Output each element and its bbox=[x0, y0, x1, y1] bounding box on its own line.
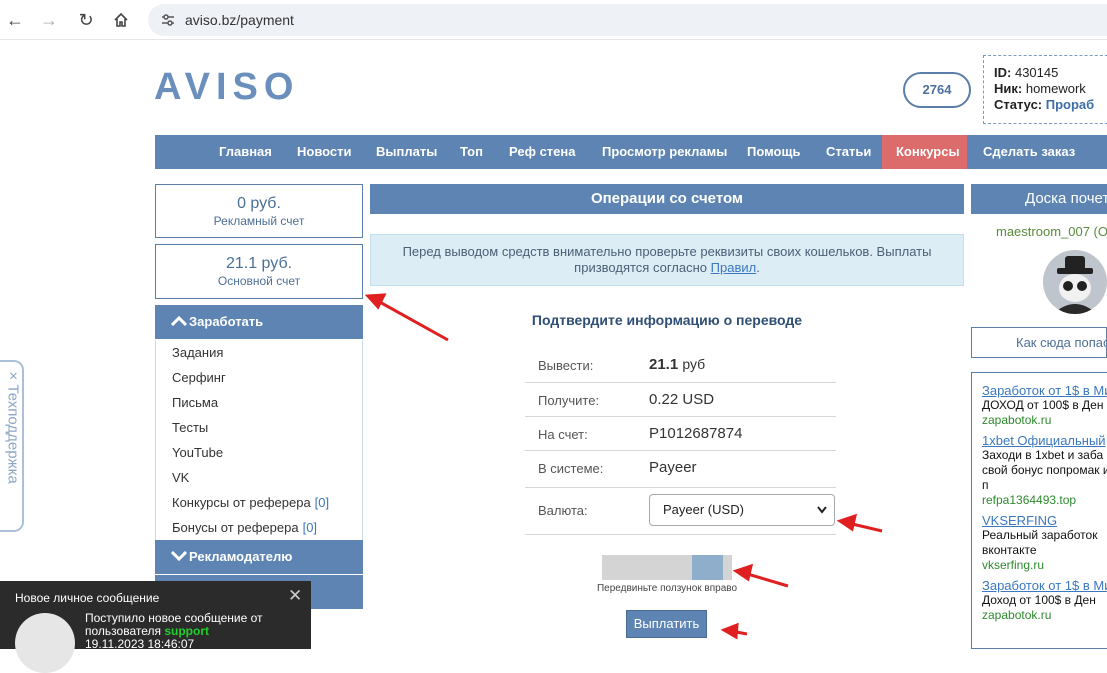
arrow-annotation bbox=[364, 293, 883, 640]
annotation-arrows bbox=[364, 293, 883, 640]
